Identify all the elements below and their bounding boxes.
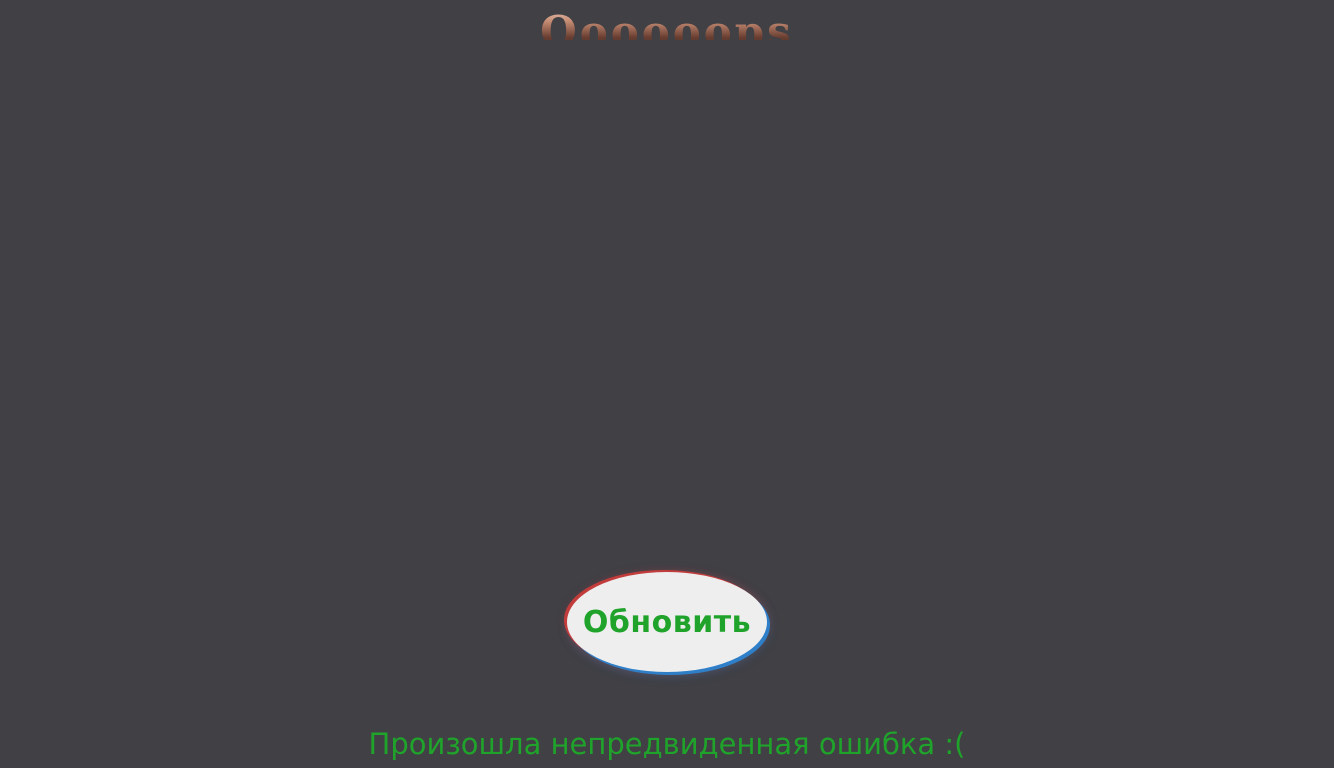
page-title: Oooooops — [540, 6, 794, 40]
refresh-button[interactable]: Обновить — [567, 572, 767, 672]
refresh-button-label: Обновить — [582, 604, 752, 640]
error-page: Oooooops Обновить Произошла непредвиденн… — [0, 0, 1334, 768]
error-message: Произошла непредвиденная ошибка :( — [368, 727, 966, 761]
page-title-container: Oooooops — [0, 0, 1334, 40]
